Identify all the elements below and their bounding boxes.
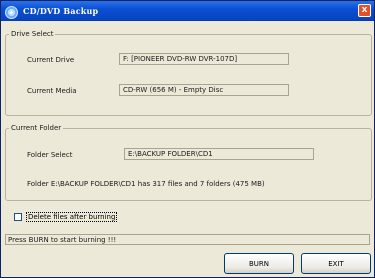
- window-title: CD/DVD Backup: [23, 6, 99, 16]
- title-bar[interactable]: CD/DVD Backup x: [1, 1, 374, 21]
- delete-after-burning-option[interactable]: Delete files after burning: [14, 212, 118, 222]
- close-button[interactable]: x: [358, 4, 371, 17]
- current-media-field: CD-RW (656 M) - Empty Disc: [119, 84, 289, 96]
- folder-summary: Folder E:\BACKUP FOLDER\CD1 has 317 file…: [27, 180, 265, 188]
- delete-after-burning-label[interactable]: Delete files after burning: [26, 212, 118, 222]
- burn-button[interactable]: BURN: [224, 253, 294, 274]
- status-bar: Press BURN to start burning !!!: [5, 234, 370, 245]
- current-drive-label: Current Drive: [27, 56, 75, 64]
- backup-window: CD/DVD Backup x Drive Select Current Dri…: [0, 0, 375, 278]
- disc-icon: [5, 5, 18, 19]
- folder-select-label: Folder Select: [27, 151, 73, 159]
- folder-select-field[interactable]: E:\BACKUP FOLDER\CD1: [124, 148, 314, 160]
- current-drive-field: F: [PIONEER DVD-RW DVR-107D]: [119, 53, 289, 65]
- current-media-label: Current Media: [27, 87, 77, 95]
- close-icon: x: [361, 5, 368, 15]
- drive-select-legend: Drive Select: [11, 30, 54, 38]
- delete-after-burning-checkbox[interactable]: [14, 213, 22, 221]
- drive-select-group: Drive Select: [5, 30, 372, 116]
- exit-button[interactable]: EXIT: [301, 253, 371, 274]
- current-folder-group: Current Folder: [5, 124, 372, 201]
- current-folder-legend: Current Folder: [11, 124, 62, 132]
- status-message: Press BURN to start burning !!!: [8, 235, 117, 244]
